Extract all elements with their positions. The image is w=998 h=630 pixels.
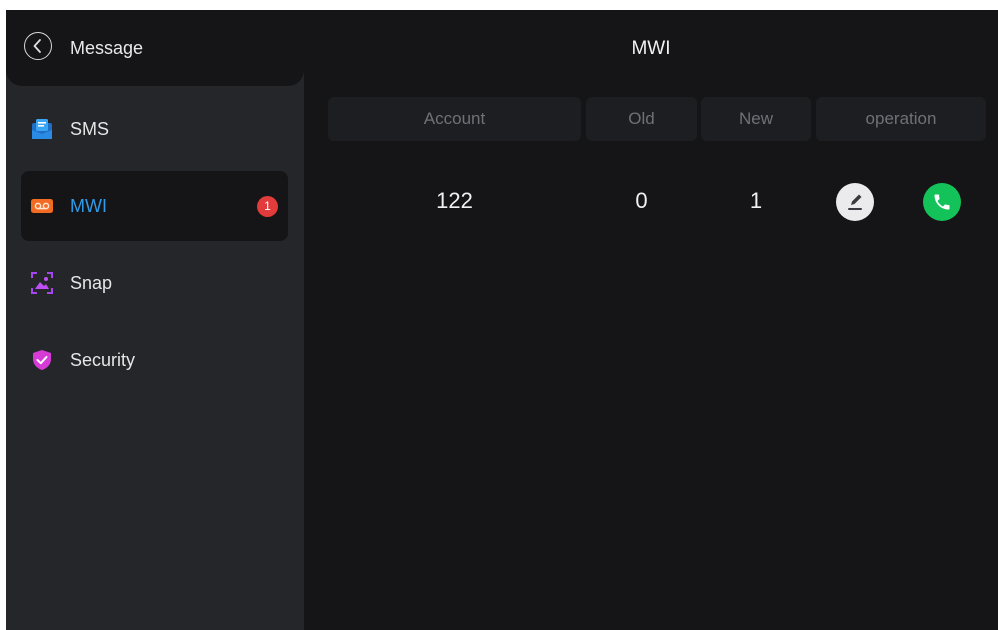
sidebar-item-mwi[interactable]: MWI 1 — [21, 171, 288, 241]
voicemail-icon — [31, 199, 53, 213]
shield-check-icon — [33, 350, 51, 370]
page-title: MWI — [631, 38, 671, 59]
sidebar-item-security[interactable]: Security — [21, 325, 288, 395]
back-button[interactable] — [24, 32, 52, 60]
column-header-account: Account — [328, 97, 581, 141]
column-header-old: Old — [586, 97, 697, 141]
sms-icon — [32, 119, 52, 139]
sidebar-title: Message — [70, 38, 144, 58]
call-button[interactable] — [923, 183, 961, 221]
sidebar-item-snap[interactable]: Snap — [21, 248, 288, 318]
old-count-cell: 0 — [635, 188, 648, 213]
chevron-left-icon — [33, 39, 41, 53]
new-count-cell: 1 — [749, 188, 763, 213]
sidebar-item-label: SMS — [70, 119, 110, 139]
phone-call-icon — [934, 194, 950, 210]
message-screen: Message SMS MWI 1 Snap Security MWI Acco… — [6, 10, 998, 630]
edit-icon — [848, 194, 862, 210]
sidebar-item-sms[interactable]: SMS — [21, 94, 288, 164]
account-cell: 122 — [436, 188, 473, 213]
sidebar-item-label: Snap — [70, 273, 113, 293]
sidebar: Message SMS MWI 1 Snap Security — [6, 10, 304, 630]
sidebar-item-label: Security — [70, 350, 136, 370]
snapshot-icon — [31, 272, 53, 294]
unread-count-badge: 1 — [257, 196, 278, 217]
column-header-operation: operation — [816, 97, 986, 141]
sidebar-header: Message — [6, 10, 304, 86]
sidebar-item-label: MWI — [70, 196, 107, 216]
edit-button[interactable] — [836, 183, 874, 221]
column-header-new: New — [701, 97, 811, 141]
